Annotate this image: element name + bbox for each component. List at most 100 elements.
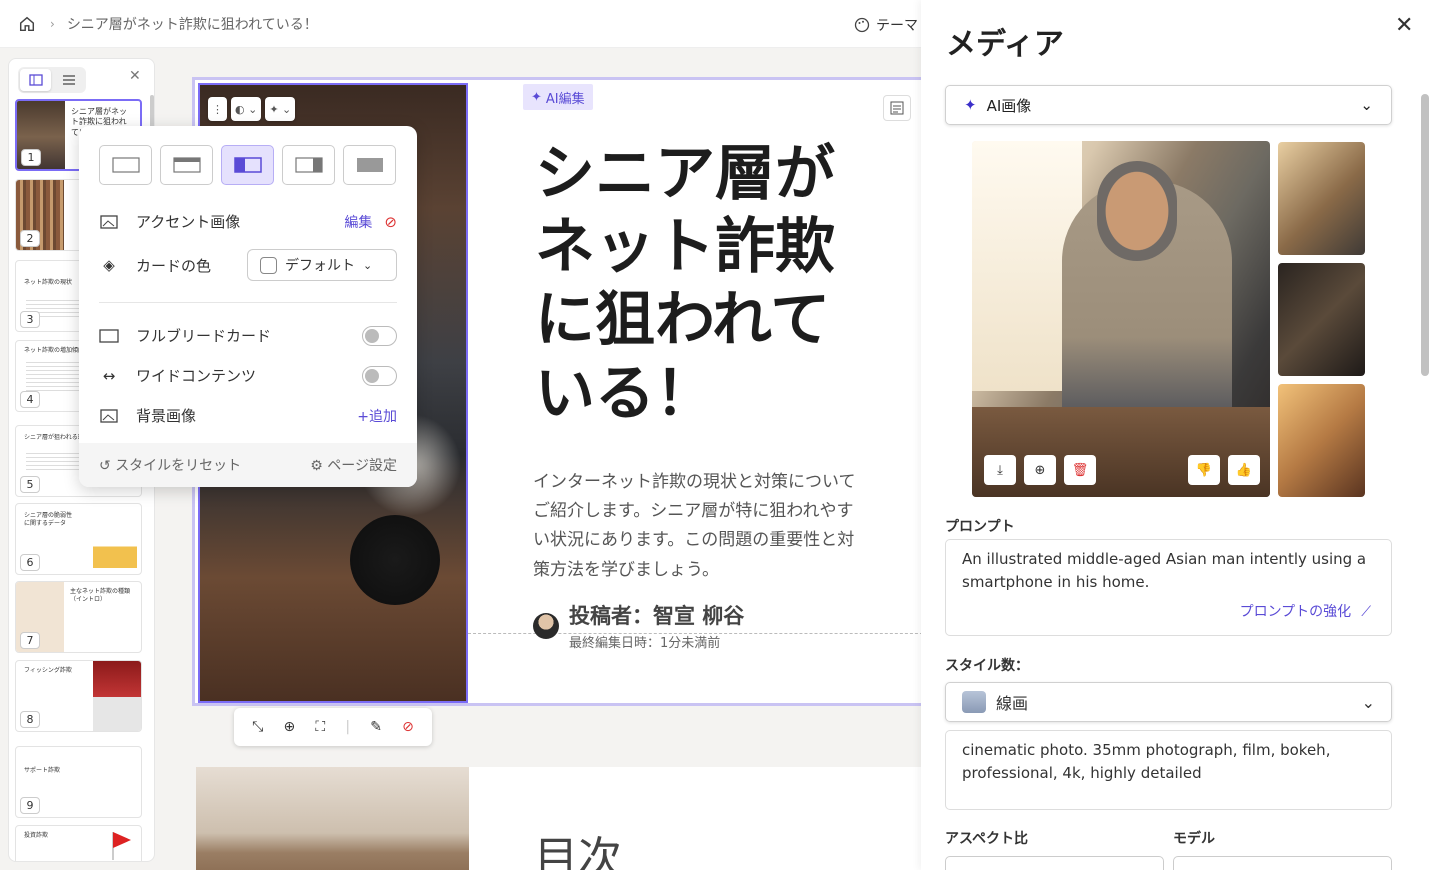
arrows-horizontal-icon: ↔ [102, 366, 116, 385]
model-select[interactable] [1173, 856, 1392, 870]
slide-thumb[interactable]: フィッシング詐欺 8 [15, 660, 142, 732]
author-name: 投稿者：智宣 柳谷 [569, 604, 745, 628]
card-color-select[interactable]: デフォルト ⌄ [247, 249, 397, 281]
palette-dropdown-icon[interactable]: ◐ ⌄ [231, 97, 262, 121]
slide-number: 1 [21, 149, 41, 166]
card-color-value: デフォルト [285, 258, 355, 274]
slide-body[interactable]: インターネット詐欺の現状と対策についてご紹介します。シニア層が特に狙われやすい状… [533, 468, 863, 585]
separator: | [345, 719, 351, 735]
edit-icon[interactable]: ✎ [370, 719, 382, 735]
wide-content-label: ワイドコンテンツ [136, 367, 257, 385]
remove-image-icon[interactable]: ⊘ [384, 213, 397, 231]
style-select[interactable]: 線画 ⌄ [945, 682, 1392, 722]
full-bleed-toggle[interactable] [362, 325, 397, 346]
slide-title[interactable]: シニア層がネット詐欺に狙われている！ [535, 138, 865, 431]
image-icon [99, 214, 119, 230]
layout-left-icon[interactable] [221, 145, 274, 185]
media-source-select[interactable]: ✦ AI画像 ⌄ [945, 85, 1392, 125]
accent-image-row: アクセント画像 編集 ⊘ [99, 211, 397, 232]
notes-icon[interactable] [883, 95, 911, 121]
theme-button[interactable]: テーマ [854, 15, 918, 35]
thumbs-down-icon[interactable]: 👎 [1188, 455, 1220, 485]
enhance-prompt-button[interactable]: プロンプトの強化 ⟋ [1240, 602, 1371, 623]
style-thumbnail [962, 691, 986, 713]
enhance-prompt-label: プロンプトの強化 [1239, 604, 1352, 620]
add-background-link[interactable]: +追加 [357, 406, 397, 426]
ai-sparkle-dropdown-icon[interactable]: ✦ ⌄ [265, 97, 296, 121]
palette-icon [854, 17, 870, 33]
chevron-down-icon: ⌄ [1361, 692, 1375, 712]
reset-icon: ↺ [99, 458, 116, 474]
chevron-down-icon: ⌄ [1360, 96, 1373, 114]
image-option[interactable] [1278, 263, 1365, 376]
slide-thumb[interactable]: 主なネット詐欺の種類（イントロ） 7 [15, 581, 142, 653]
aspect-ratio-label: アスペクト比 [945, 831, 1029, 847]
aspect-ratio-select[interactable] [945, 856, 1164, 870]
slide-thumb[interactable]: 投資詐欺 [15, 825, 142, 861]
last-edited: 最終編集日時：1分未満前 [569, 636, 721, 651]
ai-edit-button[interactable]: ✦ AI編集 [523, 84, 593, 110]
page-settings-button[interactable]: ⚙ ページ設定 [310, 455, 397, 475]
reset-style-button[interactable]: ↺ スタイルをリセット [99, 455, 241, 475]
full-bleed-label: フルブリードカード [136, 327, 272, 345]
generated-image[interactable]: ⤓ ⊕ 🗑 👎 👍 [972, 141, 1270, 497]
slide-thumb[interactable]: シニア層の脆弱性に関するデータ 6 [15, 503, 142, 575]
paint-bucket-icon: ◈ [103, 256, 115, 274]
image-action-toolbar: ⤡ ⊕ ⛶ | ✎ ⊘ [234, 708, 432, 746]
thumbs-up-icon[interactable]: 👍 [1228, 455, 1260, 485]
card-color-row: ◈ カードの色 デフォルト ⌄ [99, 249, 397, 281]
slide-number: 2 [20, 230, 40, 247]
close-icon[interactable]: ✕ [129, 68, 141, 84]
home-icon[interactable] [18, 15, 36, 33]
download-icon[interactable]: ⤓ [984, 455, 1016, 485]
close-icon[interactable]: ✕ [1395, 13, 1413, 38]
prompt-text: An illustrated middle-aged Asian man int… [962, 550, 1367, 591]
remove-image-icon[interactable]: ⊘ [402, 719, 414, 735]
card-icon [99, 328, 119, 343]
grid-view-icon[interactable] [20, 69, 51, 91]
wide-content-toggle[interactable] [362, 365, 397, 386]
background-image-row: 背景画像 +追加 [99, 405, 397, 426]
thumb-chart [93, 514, 137, 568]
more-icon[interactable]: ⋮ [208, 97, 227, 121]
scrollbar[interactable] [1421, 94, 1429, 376]
breadcrumb[interactable]: シニア層がネット詐欺に狙われている！ [67, 14, 318, 34]
layout-blank-icon[interactable] [99, 145, 152, 185]
list-view-icon[interactable] [53, 69, 84, 91]
prompt-input[interactable]: An illustrated middle-aged Asian man int… [945, 539, 1392, 636]
view-toggle [18, 67, 86, 93]
ai-edit-label: AI編集 [545, 91, 585, 107]
panel-title: メディア [946, 27, 1064, 62]
trash-icon[interactable]: 🗑 [1064, 455, 1096, 485]
sparkle-icon: ✦ [531, 89, 542, 105]
slide-thumb[interactable]: サポート詐欺 9 [15, 746, 142, 818]
prompt-label: プロンプト [945, 519, 1015, 535]
image-option[interactable] [1278, 384, 1365, 497]
layout-top-icon[interactable] [160, 145, 213, 185]
shrink-icon[interactable]: ⤡ [252, 719, 263, 735]
layout-full-icon[interactable] [343, 145, 396, 185]
style-label: スタイル数： [945, 658, 1029, 674]
edit-link[interactable]: 編集 [344, 212, 372, 232]
chevron-down-icon: ⌄ [363, 258, 373, 272]
avatar [533, 612, 559, 639]
card-color-label: カードの色 [136, 256, 212, 275]
sparkle-icon: ✦ [964, 96, 977, 114]
slide-number: 4 [20, 391, 40, 408]
style-value: 線画 [996, 694, 1029, 713]
layout-right-icon[interactable] [282, 145, 335, 185]
thumb-image [93, 661, 141, 731]
next-slide-card[interactable]: 目次 [196, 767, 926, 870]
crop-icon[interactable]: ⛶ [315, 719, 325, 735]
author-block[interactable]: 投稿者：智宣 柳谷 最終編集日時：1分未満前 [533, 600, 744, 651]
slide-number: 6 [20, 554, 40, 571]
popover-footer: ↺ スタイルをリセット ⚙ ページ設定 [79, 443, 417, 487]
wide-content-row: ↔ ワイドコンテンツ [99, 365, 397, 386]
style-prompt-input[interactable]: cinematic photo. 35mm photograph, film, … [945, 730, 1392, 810]
color-swatch [260, 256, 277, 274]
zoom-icon[interactable]: ⊕ [1024, 455, 1056, 485]
focus-icon[interactable]: ⊕ [283, 719, 295, 735]
full-bleed-row: フルブリードカード [99, 325, 397, 346]
image-option[interactable] [1278, 142, 1365, 255]
image-toolbar: ⋮ ◐ ⌄ ✦ ⌄ [208, 97, 296, 121]
